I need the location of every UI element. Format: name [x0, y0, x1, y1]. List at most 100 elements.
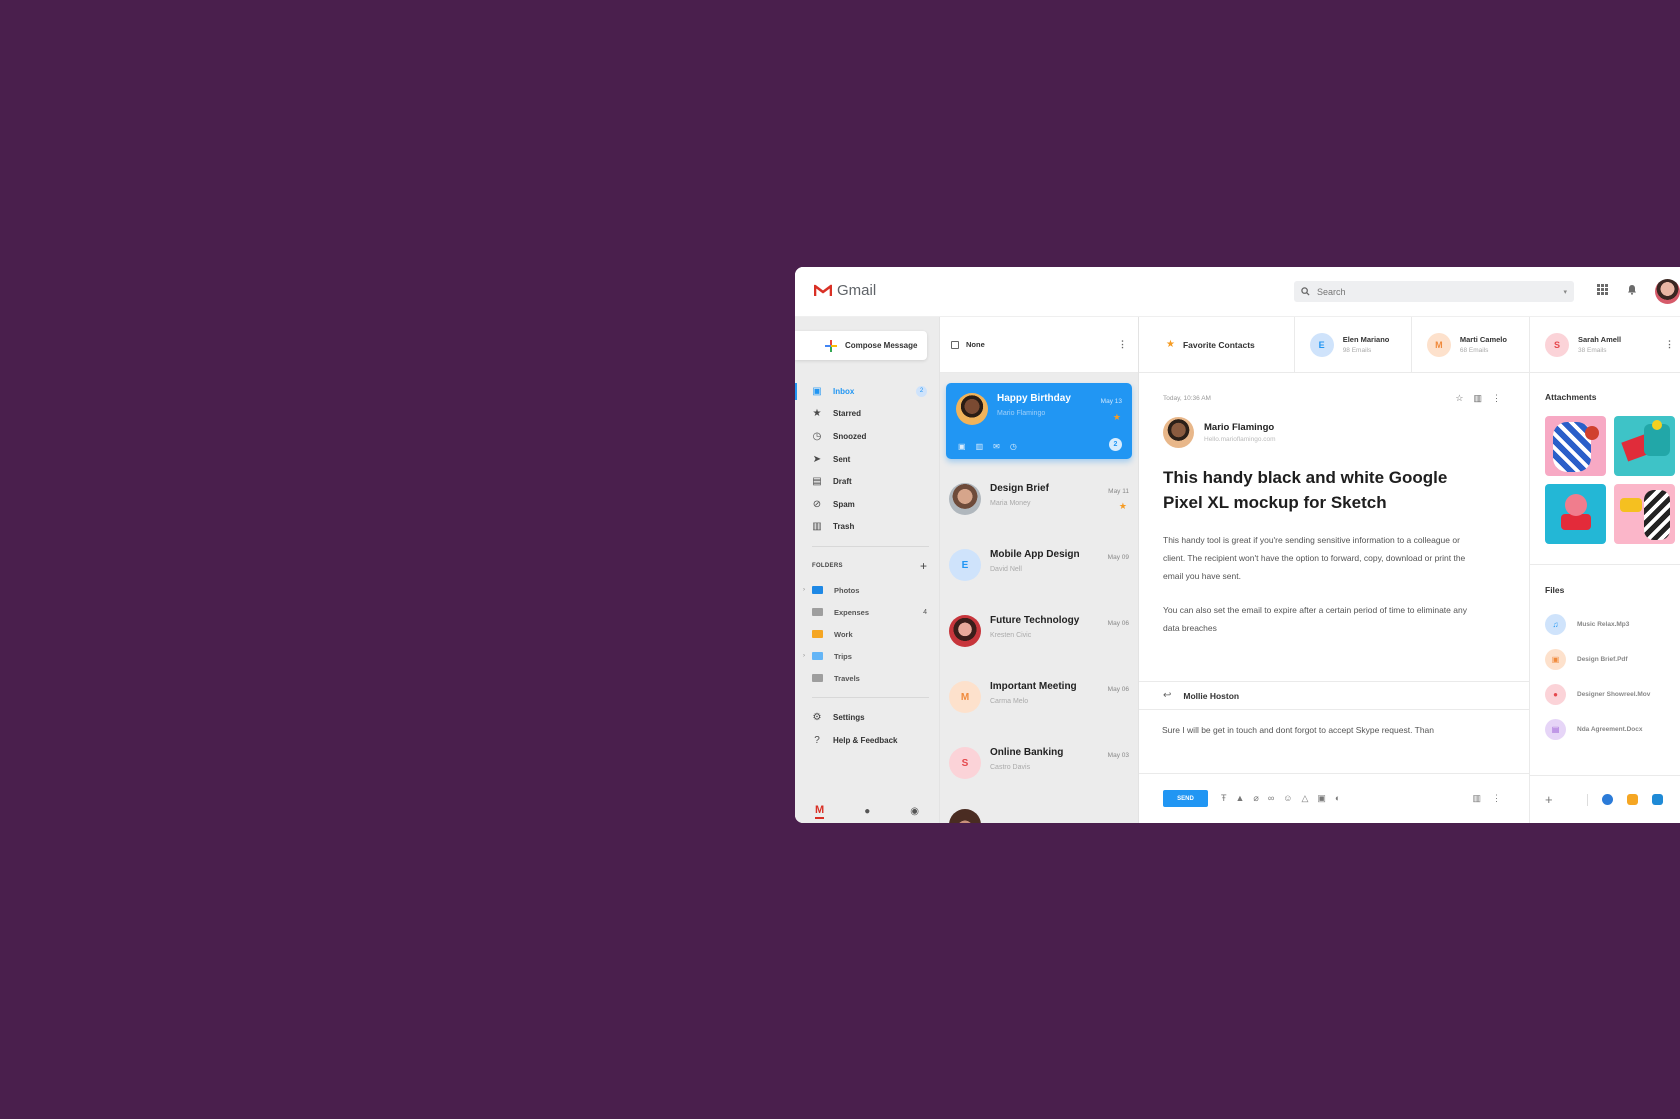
sidebar-item-snoozed[interactable]: ◷ Snoozed — [795, 425, 939, 448]
folder-work[interactable]: Work — [795, 623, 939, 645]
file-item[interactable]: ♫ Music Relax.Mp3 — [1530, 607, 1680, 642]
avatar: M — [1426, 332, 1451, 357]
folder-expenses[interactable]: Expenses 4 — [795, 601, 939, 623]
trash-icon[interactable]: ▥ — [1473, 393, 1482, 404]
sidebar-item-starred[interactable]: ★ Starred — [795, 403, 939, 426]
list-item[interactable]: M Important Meeting Carma Melo May 06 — [940, 669, 1138, 735]
skype-icon[interactable] — [1601, 794, 1613, 805]
file-item[interactable]: ▤ Nda Agreement.Docx — [1530, 712, 1680, 747]
more-options-icon[interactable]: ⋮ — [1492, 393, 1501, 404]
emoji-icon[interactable]: ☺ — [1283, 793, 1292, 804]
user-avatar[interactable] — [1655, 279, 1680, 304]
add-icon[interactable]: + — [1545, 792, 1553, 807]
chevron-right-icon[interactable]: › — [803, 587, 805, 593]
selection-label[interactable]: None — [966, 340, 1118, 349]
reply-icon[interactable]: ↩ — [1163, 690, 1171, 701]
snooze-icon[interactable]: ◷ — [1010, 442, 1017, 451]
contact-email-count: 68 Emails — [1459, 347, 1489, 354]
favorite-contact[interactable]: E Elen Mariano 98 Emails — [1295, 316, 1412, 373]
sidebar-item-sent[interactable]: ➤ Sent — [795, 448, 939, 471]
compose-toolbar: SEND Ŧ ▲ ⌀ ∞ ☺ △ ▣ ◐ ▥ ⋮ — [1139, 773, 1529, 823]
list-item[interactable]: Design Brief Maria Money May 11 ★ — [940, 471, 1138, 537]
sender-email[interactable]: Hello.marioflamingo.com — [1204, 436, 1276, 443]
search-input[interactable] — [1317, 286, 1564, 297]
file-name: Design Brief.Pdf — [1577, 656, 1628, 663]
star-outline-icon[interactable]: ☆ — [1455, 393, 1463, 404]
apps-grid-icon[interactable] — [1597, 284, 1608, 298]
trash-icon[interactable]: ▥ — [1472, 793, 1481, 804]
folder-icon — [812, 608, 823, 617]
star-icon[interactable]: ★ — [1113, 412, 1121, 423]
select-all-checkbox[interactable] — [951, 340, 959, 349]
message-date: May 09 — [1107, 554, 1129, 561]
message-date: May 06 — [1107, 620, 1129, 627]
email-content: Today, 10:36 AM ☆ ▥ ⋮ Mario Flamingo Hel… — [1139, 373, 1529, 637]
text-color-icon[interactable]: ▲ — [1236, 793, 1245, 804]
list-item[interactable]: S Online Banking Castro Davis May 03 — [940, 735, 1138, 801]
mail-icon[interactable]: M — [815, 804, 825, 819]
attachment-thumbnail[interactable] — [1545, 416, 1606, 476]
drive-icon[interactable]: △ — [1301, 793, 1308, 804]
more-options-icon[interactable]: ⋮ — [1118, 339, 1127, 350]
file-item[interactable]: ● Designer Showreel.Mov — [1530, 677, 1680, 712]
folder-photos[interactable]: › Photos — [795, 579, 939, 601]
chat-icon[interactable]: ● — [864, 806, 870, 817]
format-icon[interactable]: Ŧ — [1221, 793, 1227, 804]
favorite-contact[interactable]: M Marti Camelo 68 Emails — [1412, 317, 1529, 373]
bell-icon[interactable] — [1627, 284, 1637, 298]
chevron-right-icon[interactable]: › — [803, 653, 805, 659]
attach-icon[interactable]: ⌀ — [1253, 793, 1258, 804]
search-icon — [1301, 287, 1310, 296]
add-folder-icon[interactable]: + — [920, 559, 927, 573]
trash-icon[interactable]: ▥ — [976, 442, 984, 451]
list-item[interactable]: E Mobile App Design David Nell May 09 — [940, 537, 1138, 603]
more-options-icon[interactable]: ⋮ — [1665, 339, 1674, 350]
email-date: Today, 10:36 AM — [1163, 395, 1211, 402]
contact-name: Marti Camelo — [1459, 335, 1507, 344]
list-item[interactable]: Future Technology Kresten Civic May 06 — [940, 603, 1138, 669]
sidebar-item-inbox[interactable]: ▣ Inbox 2 — [795, 380, 939, 403]
sidebar-item-spam[interactable]: ⊘ Spam — [795, 493, 939, 516]
sidebar-item-label: Starred — [833, 409, 862, 419]
image-icon[interactable]: ▣ — [1317, 793, 1326, 804]
sidebar-item-trash[interactable]: ▥ Trash — [795, 516, 939, 539]
archive-icon[interactable]: ▣ — [958, 442, 966, 451]
reading-pane: ★ Favorite Contacts E Elen Mariano 98 Em… — [1139, 316, 1529, 823]
email-subject: This handy black and white Google Pixel … — [1163, 468, 1448, 512]
avatar: S — [949, 747, 981, 779]
chevron-down-icon[interactable]: ▾ — [1563, 288, 1567, 296]
star-icon[interactable]: ★ — [1119, 501, 1127, 512]
send-button[interactable]: SEND — [1163, 790, 1208, 807]
link-icon[interactable]: ∞ — [1268, 793, 1274, 804]
mark-read-icon[interactable]: ✉ — [993, 442, 1000, 451]
attachment-thumbnail[interactable] — [1614, 484, 1675, 544]
search-bar[interactable]: ▾ — [1294, 281, 1574, 302]
sidebar-item-help[interactable]: ? Help & Feedback — [795, 729, 939, 752]
folders-title: FOLDERS — [812, 563, 843, 570]
music-icon: ♫ — [1545, 614, 1566, 635]
list-item[interactable] — [940, 801, 1138, 823]
folder-travels[interactable]: Travels — [795, 667, 939, 689]
attachment-thumbnail[interactable] — [1614, 416, 1675, 476]
avatar — [1163, 417, 1194, 448]
more-options-icon[interactable]: ⋮ — [1492, 793, 1501, 804]
folder-trips[interactable]: › Trips — [795, 645, 939, 667]
favorite-contact[interactable]: S Sarah Amell 38 Emails ⋮ — [1530, 317, 1680, 373]
tasks-icon[interactable] — [1651, 794, 1663, 805]
account-icon[interactable]: ◉ — [910, 806, 919, 817]
message-sender: Mario Flamingo — [997, 410, 1046, 417]
list-item[interactable]: Happy Birthday Mario Flamingo May 13 ★ ▣… — [946, 383, 1132, 459]
file-item[interactable]: ▣ Design Brief.Pdf — [1530, 642, 1680, 677]
keep-icon[interactable] — [1626, 794, 1638, 805]
sidebar-item-settings[interactable]: ⚙ Settings — [795, 706, 939, 729]
reply-textarea[interactable]: Sure I will be get in touch and dont for… — [1162, 722, 1482, 739]
gmail-logo[interactable]: Gmail — [814, 282, 876, 299]
sidebar-item-label: Spam — [833, 499, 855, 509]
compose-button[interactable]: Compose Message — [795, 331, 927, 360]
attachments-grid — [1530, 402, 1680, 544]
compose-label: Compose Message — [845, 341, 918, 350]
sidebar-item-draft[interactable]: ▤ Draft — [795, 470, 939, 493]
confidential-icon[interactable]: ◐ — [1335, 793, 1340, 804]
folder-label: Travels — [834, 673, 860, 683]
attachment-thumbnail[interactable] — [1545, 484, 1606, 544]
